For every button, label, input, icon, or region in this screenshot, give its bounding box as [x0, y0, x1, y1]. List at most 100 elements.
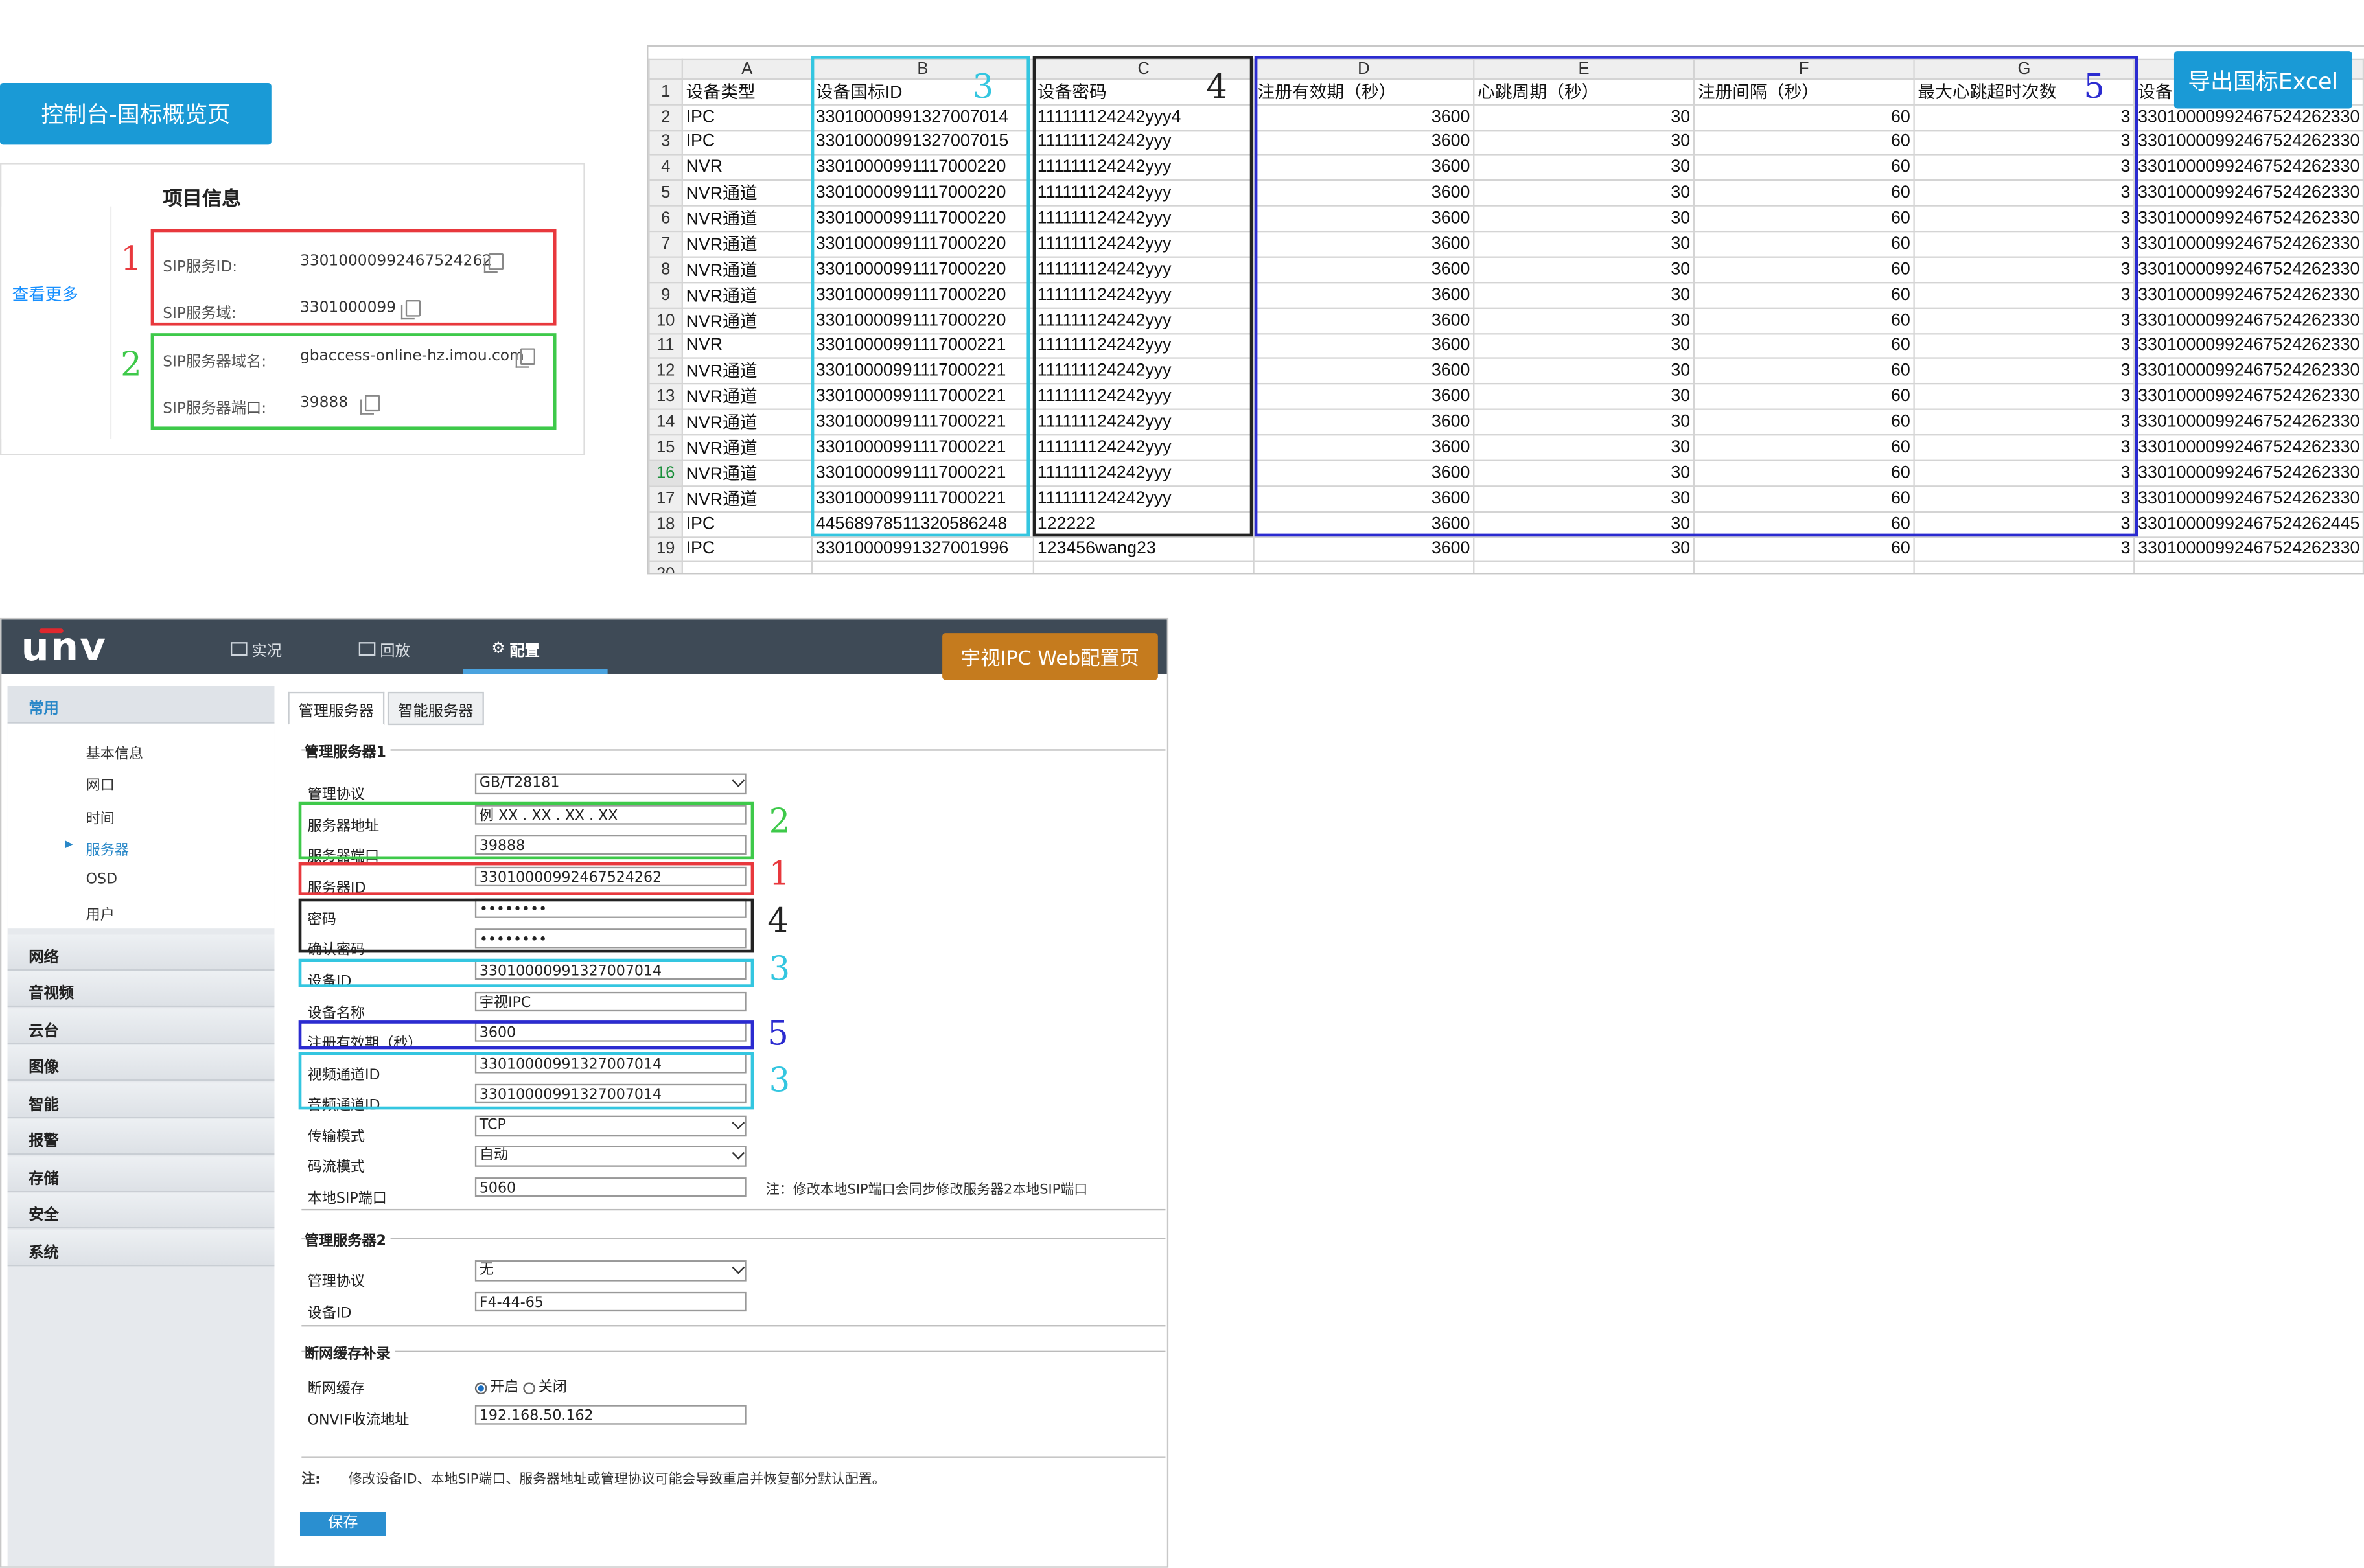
table-cell[interactable]: 123456wang23	[1032, 536, 1255, 562]
table-cell[interactable]	[681, 560, 813, 573]
table-cell[interactable]: IPC	[681, 104, 813, 131]
row-number[interactable]: 17	[648, 485, 683, 513]
nav-playback[interactable]: 回放	[358, 638, 410, 660]
table-cell[interactable]: 33010000992467524262330	[2133, 178, 2364, 206]
row-number[interactable]: 6	[648, 204, 683, 232]
table-cell[interactable]: 33010000992467524262330	[2133, 154, 2364, 180]
table-cell[interactable]	[1693, 560, 1915, 573]
sidebar-item-image[interactable]: 图像	[7, 1044, 275, 1081]
table-cell[interactable]: NVR通道	[681, 255, 813, 283]
nav-config[interactable]: ⚙ 配置	[491, 638, 539, 660]
table-cell[interactable]: NVR通道	[681, 459, 813, 487]
server2-device-id-input[interactable]: F4-44-65	[474, 1291, 747, 1312]
row-number[interactable]: 15	[648, 434, 683, 461]
table-cell[interactable]: 33010000992467524262330	[2133, 204, 2364, 232]
row-number[interactable]: 8	[648, 255, 683, 283]
table-cell[interactable]: NVR通道	[681, 281, 813, 308]
server2-protocol-select[interactable]: 无	[474, 1260, 747, 1282]
table-cell[interactable]: NVR	[681, 154, 813, 180]
table-cell[interactable]	[1473, 560, 1695, 573]
row-number[interactable]: 4	[648, 154, 683, 180]
table-cell[interactable]: IPC	[681, 128, 813, 156]
protocol-select[interactable]: GB/T28181	[474, 773, 747, 795]
export-excel-button[interactable]: 导出国标Excel	[2173, 51, 2352, 109]
sidebar-item-alarm[interactable]: 报警	[7, 1118, 275, 1155]
column-letter[interactable]: A	[681, 58, 813, 80]
tab-management-server[interactable]: 管理服务器	[288, 691, 385, 726]
row-number[interactable]: 11	[648, 332, 683, 359]
table-cell[interactable]: 3600	[1253, 536, 1475, 562]
sidebar-item-basic-info[interactable]: 基本信息	[86, 742, 143, 763]
row-number[interactable]: 18	[648, 511, 683, 538]
table-cell[interactable]: NVR通道	[681, 357, 813, 385]
sidebar-item-smart[interactable]: 智能	[7, 1082, 275, 1119]
radio-on[interactable]	[474, 1381, 487, 1394]
transport-mode-select[interactable]: TCP	[474, 1115, 747, 1137]
sidebar-item-server[interactable]: 服务器	[86, 838, 129, 860]
row-number[interactable]: 12	[648, 357, 683, 385]
row-number[interactable]: 7	[648, 229, 683, 257]
table-cell[interactable]: NVR	[681, 332, 813, 359]
table-cell[interactable]: 33010000992467524262330	[2133, 485, 2364, 513]
table-cell[interactable]: 33010000992467524262330	[2133, 434, 2364, 461]
table-cell[interactable]: IPC	[681, 511, 813, 538]
sidebar-item-osd[interactable]: OSD	[86, 871, 117, 888]
table-cell[interactable]: 33010000992467524262330	[2133, 229, 2364, 257]
table-cell[interactable]: NVR通道	[681, 204, 813, 232]
row-number[interactable]: 1	[648, 78, 683, 106]
row-number[interactable]: 20	[648, 560, 683, 573]
stream-mode-select[interactable]: 自动	[474, 1146, 747, 1167]
row-number[interactable]: 19	[648, 536, 683, 562]
device-name-input[interactable]: 宇视IPC	[474, 991, 747, 1012]
local-sip-port-input[interactable]: 5060	[474, 1177, 747, 1197]
row-number[interactable]: 9	[648, 281, 683, 308]
table-cell[interactable]: 33010000992467524262330	[2133, 459, 2364, 487]
sidebar-item-user[interactable]: 用户	[86, 903, 115, 925]
sidebar-item-port[interactable]: 网口	[86, 774, 115, 795]
table-cell[interactable]	[1253, 560, 1475, 573]
table-cell[interactable]: NVR通道	[681, 434, 813, 461]
row-number[interactable]: 14	[648, 408, 683, 436]
sidebar-item-security[interactable]: 安全	[7, 1192, 275, 1229]
table-cell[interactable]	[811, 560, 1035, 573]
table-cell[interactable]: NVR通道	[681, 382, 813, 410]
view-more-link[interactable]: 查看更多	[12, 282, 78, 306]
row-number[interactable]: 5	[648, 178, 683, 206]
row-number[interactable]: 2	[648, 104, 683, 131]
table-cell[interactable]: NVR通道	[681, 306, 813, 334]
table-cell[interactable]: 33010000992467524262330	[2133, 536, 2364, 562]
table-cell[interactable]: 33010000991327001996	[811, 536, 1035, 562]
row-number[interactable]: 10	[648, 306, 683, 334]
row-number[interactable]: 13	[648, 382, 683, 410]
nav-live[interactable]: 实况	[230, 638, 282, 660]
table-cell[interactable]: NVR通道	[681, 485, 813, 513]
sidebar-item-time[interactable]: 时间	[86, 807, 115, 828]
table-cell[interactable]: 33010000992467524262330	[2133, 281, 2364, 308]
table-cell[interactable]: NVR通道	[681, 408, 813, 436]
table-cell[interactable]: 33010000992467524262330	[2133, 357, 2364, 385]
table-cell[interactable]: 3	[1913, 536, 2135, 562]
table-cell[interactable]: 33010000992467524262445	[2133, 511, 2364, 538]
table-cell[interactable]: 33010000992467524262330	[2133, 255, 2364, 283]
table-cell[interactable]: 60	[1693, 536, 1915, 562]
row-number[interactable]: 16	[648, 459, 683, 487]
table-cell[interactable]	[1913, 560, 2135, 573]
table-cell[interactable]: IPC	[681, 536, 813, 562]
row-number[interactable]: 3	[648, 128, 683, 156]
column-header-cell[interactable]: 设备类型	[681, 78, 813, 106]
sidebar-item-ptz[interactable]: 云台	[7, 1008, 275, 1045]
table-cell[interactable]: 33010000992467524262330	[2133, 332, 2364, 359]
column-letter[interactable]	[648, 58, 683, 80]
table-cell[interactable]	[1032, 560, 1255, 573]
tab-smart-server[interactable]: 智能服务器	[387, 691, 484, 726]
table-cell[interactable]: 33010000992467524262330	[2133, 128, 2364, 156]
radio-off[interactable]	[523, 1381, 536, 1394]
sidebar-item-network[interactable]: 网络	[7, 934, 275, 971]
sidebar-common-header[interactable]: 常用	[7, 686, 275, 724]
console-overview-button[interactable]: 控制台-国标概览页	[0, 82, 272, 145]
save-button[interactable]: 保存	[299, 1512, 386, 1536]
table-cell[interactable]: 33010000992467524262330	[2133, 408, 2364, 436]
table-cell[interactable]	[2133, 560, 2364, 573]
table-cell[interactable]: NVR通道	[681, 178, 813, 206]
onvif-input[interactable]: 192.168.50.162	[474, 1405, 747, 1425]
